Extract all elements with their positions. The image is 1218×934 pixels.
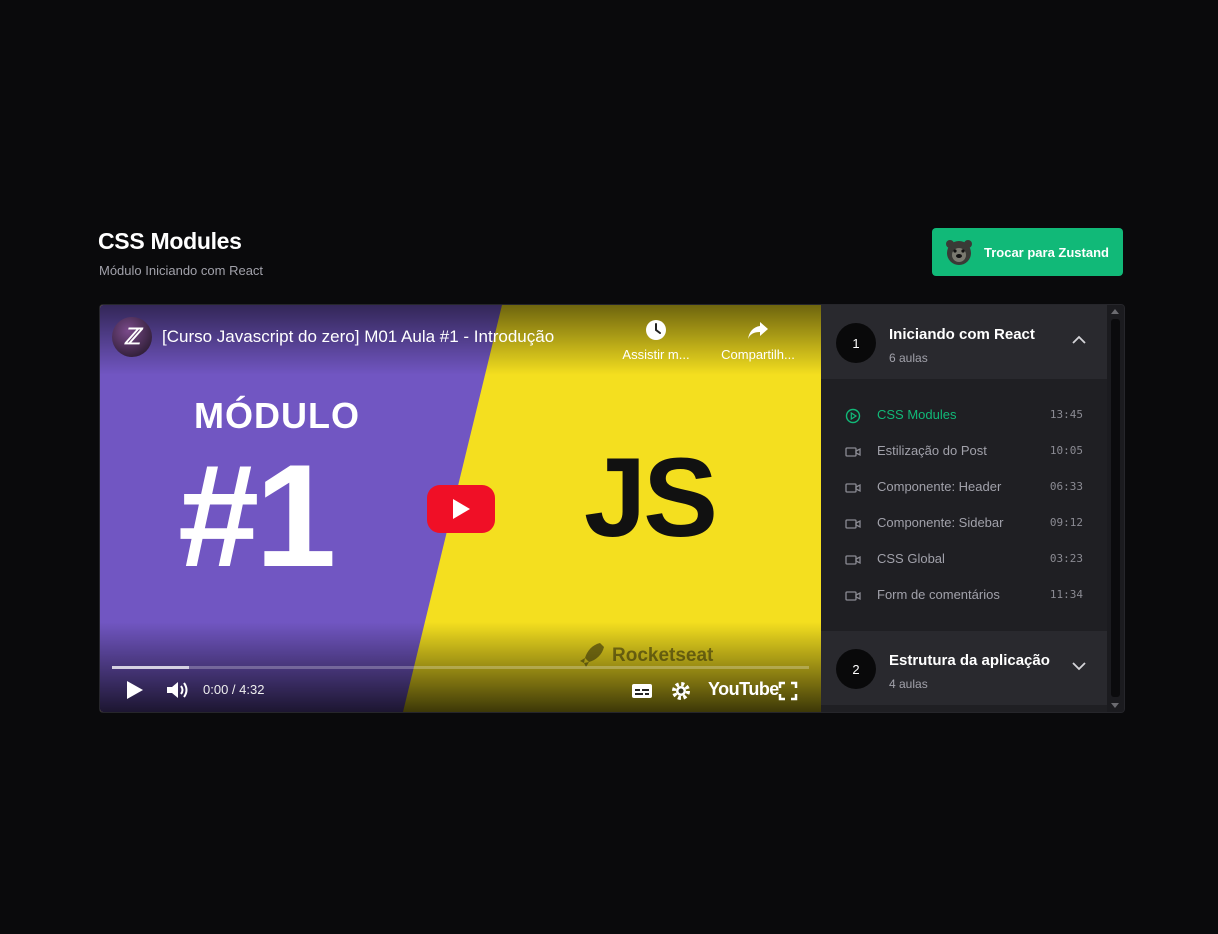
youtube-logo[interactable]: YouTube [708,679,779,700]
thumbnail-js-text: JS [584,435,718,560]
clock-icon [646,320,666,340]
page-subtitle: Módulo Iniciando com React [99,263,264,278]
lesson-item[interactable]: Estilização do Post 10:05 [821,433,1107,469]
subtitles-icon[interactable] [631,683,653,699]
chevron-down-icon [1072,662,1086,671]
video-camera-icon [845,483,861,493]
lesson-title: Componente: Sidebar [877,515,1004,530]
scrollbar-thumb[interactable] [1111,319,1120,697]
page-title: CSS Modules [98,228,242,254]
video-time: 0:00 / 4:32 [203,682,265,697]
play-icon [453,499,470,519]
lesson-title: CSS Global [877,551,945,566]
scroll-down-arrow-icon[interactable] [1111,703,1119,708]
lesson-item[interactable]: CSS Global 03:23 [821,541,1107,577]
lesson-player-panel: MÓDULO #1 JS ℤ [Curso Javascript do zero… [99,304,1125,713]
module-header-1[interactable]: 1 Iniciando com React 6 aulas [821,305,1107,379]
watch-later-button[interactable]: Assistir m... [611,319,701,362]
lesson-duration: 10:05 [1049,444,1083,457]
lesson-duration: 09:12 [1049,516,1083,529]
lesson-duration: 13:45 [1049,408,1083,421]
lesson-item[interactable]: Componente: Header 06:33 [821,469,1107,505]
module-number: 2 [836,649,876,689]
module-title: Estrutura da aplicação [889,652,1050,669]
switch-button-label: Trocar para Zustand [984,244,1109,260]
lesson-duration: 11:34 [1049,588,1083,601]
video-camera-icon [845,555,861,565]
lesson-title: Form de comentários [877,587,1000,602]
lesson-title: Componente: Header [877,479,1002,494]
share-button[interactable]: Compartilh... [713,319,803,362]
lesson-title: CSS Modules [877,407,957,422]
lesson-duration: 06:33 [1049,480,1083,493]
module-header-2[interactable]: 2 Estrutura da aplicação 4 aulas [821,631,1107,705]
play-circle-icon [845,408,861,424]
page-header: CSS Modules Módulo Iniciando com React T… [98,228,1123,278]
big-play-button[interactable] [427,485,495,533]
chevron-up-icon [1072,335,1086,344]
watch-later-label: Assistir m... [622,347,690,362]
volume-icon[interactable] [166,680,190,700]
video-title-link[interactable]: [Curso Javascript do zero] M01 Aula #1 -… [162,327,554,347]
channel-avatar-glyph: ℤ [123,324,141,349]
switch-to-zustand-button[interactable]: Trocar para Zustand [932,228,1123,276]
module-title: Iniciando com React [889,326,1035,343]
module-lesson-count: 6 aulas [889,351,928,365]
sidebar-scrollbar[interactable] [1107,305,1124,712]
rocketseat-text: Rocketseat [612,645,714,666]
video-progress-bar[interactable] [112,666,809,669]
video-player[interactable]: MÓDULO #1 JS ℤ [Curso Javascript do zero… [100,305,821,712]
lesson-duration: 03:23 [1049,552,1083,565]
video-camera-icon [845,447,861,457]
bear-logo-icon [946,240,972,265]
lesson-item[interactable]: Componente: Sidebar 09:12 [821,505,1107,541]
settings-gear-icon[interactable] [671,681,691,701]
fullscreen-icon[interactable] [778,681,798,701]
course-sidebar: 1 Iniciando com React 6 aulas CSS Module… [821,305,1124,712]
lesson-title: Estilização do Post [877,443,987,458]
module-lesson-count: 4 aulas [889,677,928,691]
channel-avatar[interactable]: ℤ [112,317,152,357]
lesson-item[interactable]: Form de comentários 11:34 [821,577,1107,613]
play-control-icon[interactable] [126,680,144,700]
video-camera-icon [845,591,861,601]
share-arrow-icon [748,322,768,339]
share-label: Compartilh... [721,347,795,362]
module-number: 1 [836,323,876,363]
thumbnail-number-text: #1 [178,434,336,597]
thumbnail-modulo-text: MÓDULO [194,395,360,436]
lesson-item[interactable]: CSS Modules 13:45 [821,397,1107,433]
scroll-up-arrow-icon[interactable] [1111,309,1119,314]
video-progress-fill [112,666,189,669]
video-camera-icon [845,519,861,529]
